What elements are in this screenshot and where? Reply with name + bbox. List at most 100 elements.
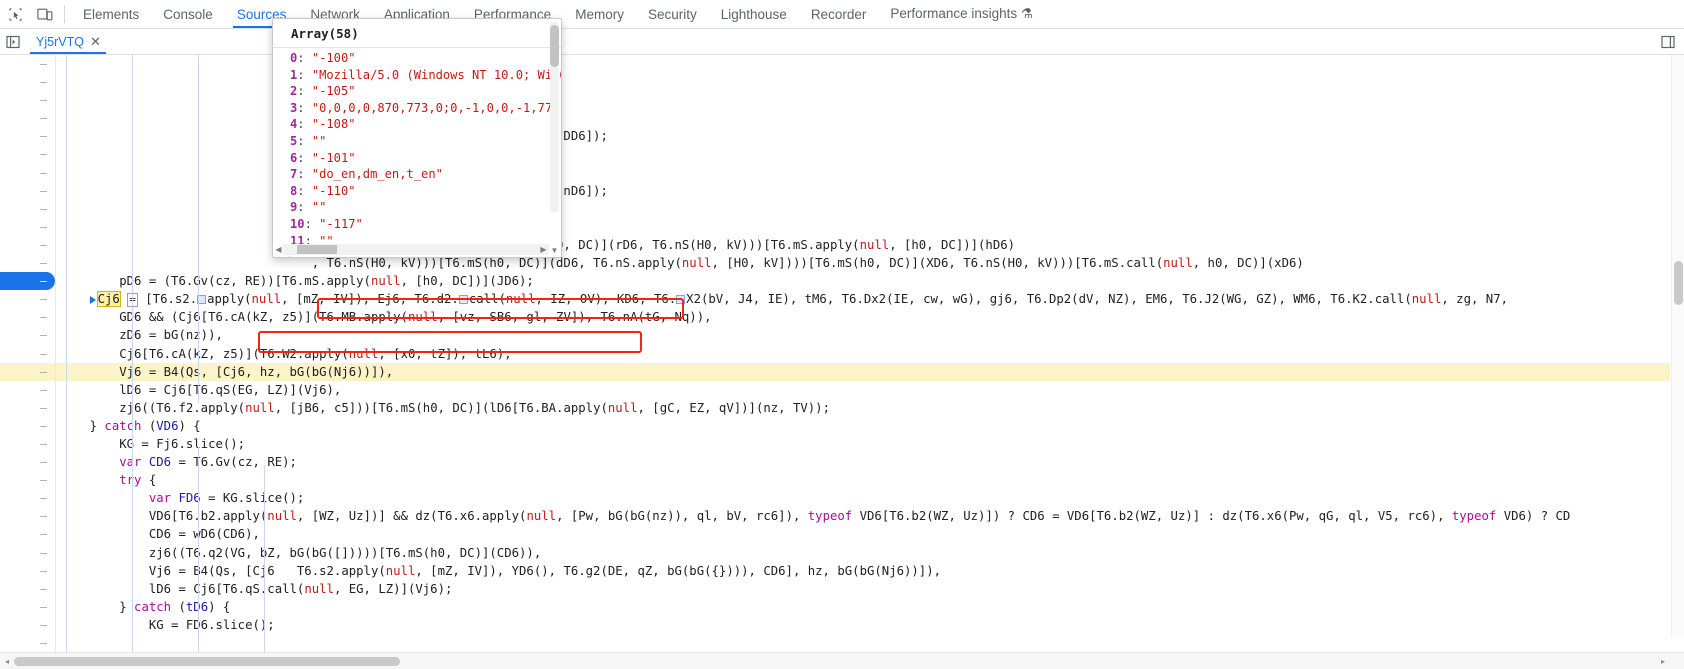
- editor-horizontal-scrollbar[interactable]: ◂ ▸: [0, 652, 1684, 669]
- code-line[interactable]: var FD6 = KG.slice();: [56, 489, 1670, 507]
- code-line[interactable]: lD6 = Cj6[T6.qS.call(null, EG, LZ)](Vj6)…: [56, 580, 1670, 598]
- gutter-line[interactable]: –: [0, 200, 55, 218]
- inline-expand-icon[interactable]: [197, 295, 207, 305]
- source-code-editor[interactable]: ––––––––––––––––––––––––––––––––– D6 = L…: [0, 55, 1684, 652]
- editor-horizontal-scroll-thumb[interactable]: [14, 657, 400, 666]
- code-line[interactable]: KG = FD6.slice();: [56, 616, 1670, 634]
- panel-tab-elements[interactable]: Elements: [71, 0, 151, 28]
- popover-entry-row[interactable]: 9: "": [273, 199, 561, 216]
- gutter-line[interactable]: –: [0, 634, 55, 652]
- code-line[interactable]: Cj6[T6.cA(kZ, z5)](T6.W2.apply(null, [x0…: [56, 345, 1670, 363]
- editor-vertical-scroll-thumb[interactable]: [1674, 261, 1683, 305]
- popover-entry-row[interactable]: 10: "-117": [273, 216, 561, 233]
- popover-vertical-scrollbar[interactable]: [550, 21, 559, 213]
- gutter-line[interactable]: –: [0, 399, 55, 417]
- gutter-line[interactable]: –: [0, 507, 55, 525]
- show-drawer-icon[interactable]: [1658, 32, 1678, 52]
- code-line-assignment[interactable]: Cj6 = [T6.s2. apply(null, [mZ, IV]), Ej6,…: [56, 290, 1670, 308]
- gutter-line[interactable]: –: [0, 580, 55, 598]
- code-token: null: [607, 400, 638, 415]
- gutter-line[interactable]: –: [0, 272, 55, 291]
- popover-entry-row[interactable]: 1: "Mozilla/5.0 (Windows NT 10.0; Win64;: [273, 67, 561, 84]
- gutter-line[interactable]: –: [0, 55, 55, 73]
- gutter-line[interactable]: –: [0, 218, 55, 236]
- gutter-line[interactable]: –: [0, 73, 55, 91]
- code-line[interactable]: } catch (tD6) {: [56, 598, 1670, 616]
- panel-tab-lighthouse[interactable]: Lighthouse: [709, 0, 799, 28]
- gutter-line[interactable]: –: [0, 562, 55, 580]
- code-line[interactable]: zj6((T6.q2(VG, bZ, bG(bG([]))))[T6.mS(h0…: [56, 544, 1670, 562]
- inline-expand-icon[interactable]: [458, 295, 468, 305]
- scroll-left-icon[interactable]: ◂: [0, 653, 14, 669]
- popover-entry-row[interactable]: 7: "do_en,dm_en,t_en": [273, 166, 561, 183]
- code-line[interactable]: zD6 = bG(nz)),: [56, 326, 1670, 344]
- panel-tab-recorder[interactable]: Recorder: [799, 0, 879, 28]
- code-line[interactable]: } catch (VD6) {: [56, 417, 1670, 435]
- panel-tab-console[interactable]: Console: [151, 0, 225, 28]
- close-icon[interactable]: ✕: [90, 35, 101, 48]
- inspect-element-icon[interactable]: [0, 0, 30, 28]
- panel-tab-performance-insights[interactable]: Performance insights ⚗: [878, 0, 1045, 28]
- popover-entry-row[interactable]: 0: "-100": [273, 50, 561, 67]
- editor-vertical-scrollbar[interactable]: [1671, 55, 1684, 637]
- popover-horizontal-scrollbar[interactable]: [283, 244, 549, 255]
- object-value-popover[interactable]: Array(58) 0: "-100" 1: "Mozilla/5.0 (Wind…: [272, 18, 562, 258]
- gutter-line[interactable]: –: [0, 91, 55, 109]
- code-line[interactable]: var CD6 = T6.Gv(cz, RE);: [56, 453, 1670, 471]
- code-line[interactable]: KG = Fj6.slice();: [56, 435, 1670, 453]
- gutter-line[interactable]: –: [0, 489, 55, 507]
- panel-tab-security[interactable]: Security: [636, 0, 709, 28]
- gutter-line[interactable]: –: [0, 164, 55, 182]
- popover-entry-row[interactable]: 8: "-110": [273, 183, 561, 200]
- popover-scroll-down-icon[interactable]: ▼: [549, 245, 560, 256]
- gutter-line[interactable]: –: [0, 109, 55, 127]
- gutter-line[interactable]: –: [0, 417, 55, 435]
- gutter-line[interactable]: –: [0, 381, 55, 399]
- gutter-line[interactable]: –: [0, 616, 55, 634]
- hovered-identifier[interactable]: Cj6: [96, 291, 121, 308]
- popover-entry-list[interactable]: 0: "-100" 1: "Mozilla/5.0 (Windows NT 10.…: [273, 48, 561, 244]
- popover-horizontal-scroll-thumb[interactable]: [297, 245, 337, 254]
- popover-entry-row[interactable]: 5: "": [273, 133, 561, 150]
- gutter-line[interactable]: –: [0, 182, 55, 200]
- code-line[interactable]: try {: [56, 471, 1670, 489]
- gutter-line[interactable]: –: [0, 145, 55, 163]
- code-line[interactable]: Vj6 = B4(Qs, [Cj6, hz, bG(bG(Nj6))]),: [56, 362, 1670, 381]
- gutter-line[interactable]: –: [0, 308, 55, 326]
- expand-triangle-icon[interactable]: [89, 296, 96, 305]
- code-line[interactable]: zj6((T6.f2.apply(null, [jB6, c5]))[T6.mS…: [56, 399, 1670, 417]
- code-line[interactable]: pD6 = (T6.Gv(cz, RE))[T6.mS.apply(null, …: [56, 272, 1670, 290]
- code-line[interactable]: Vj6 = B4(Qs, [Cj6 T6.s2.apply(null, [mZ,…: [56, 562, 1670, 580]
- gutter-line[interactable]: –: [0, 525, 55, 543]
- gutter-line[interactable]: –: [0, 236, 55, 254]
- device-toolbar-icon[interactable]: [30, 0, 60, 28]
- code-line[interactable]: lD6 = Cj6[T6.qS(EG, LZ)](Vj6),: [56, 381, 1670, 399]
- gutter-line[interactable]: –: [0, 544, 55, 562]
- gutter-line[interactable]: –: [0, 362, 55, 381]
- inline-expand-icon[interactable]: [676, 295, 686, 305]
- gutter-line[interactable]: –: [0, 435, 55, 453]
- gutter-line[interactable]: –: [0, 290, 55, 308]
- popover-entry-row[interactable]: 6: "-101": [273, 150, 561, 167]
- gutter-line[interactable]: –: [0, 254, 55, 272]
- popover-scroll-right-icon[interactable]: ▶: [538, 244, 549, 255]
- popover-entry-row[interactable]: 4: "-108": [273, 116, 561, 133]
- code-line[interactable]: GD6 && (Cj6[T6.cA(kZ, z5)](T6.MB.apply(n…: [56, 308, 1670, 326]
- gutter-line[interactable]: –: [0, 127, 55, 145]
- popover-entry-row[interactable]: 3: "0,0,0,0,870,773,0;0,-1,0,0,-1,773,0;: [273, 100, 561, 117]
- popover-entry-row[interactable]: 11: "": [273, 233, 561, 244]
- gutter-line[interactable]: –: [0, 471, 55, 489]
- code-line[interactable]: VD6[T6.b2.apply(null, [WZ, Uz])] && dz(T…: [56, 507, 1670, 525]
- show-navigator-icon[interactable]: [0, 29, 26, 54]
- popover-vertical-scroll-thumb[interactable]: [550, 25, 559, 67]
- gutter-line[interactable]: –: [0, 453, 55, 471]
- file-tab-yj5rvtq[interactable]: Yj5rVTQ ✕: [26, 29, 110, 54]
- code-line[interactable]: CD6 = wD6(CD6),: [56, 525, 1670, 543]
- gutter-line[interactable]: –: [0, 345, 55, 363]
- gutter-line[interactable]: –: [0, 326, 55, 344]
- gutter-line[interactable]: –: [0, 598, 55, 616]
- popover-entry-row[interactable]: 2: "-105": [273, 83, 561, 100]
- editor-line-number-gutter[interactable]: – – – – – – – – – – – – – – – – – – – – – – – – – – – – – – – – –: [0, 55, 56, 652]
- panel-tab-memory[interactable]: Memory: [563, 0, 636, 28]
- scroll-right-icon[interactable]: ▸: [1656, 653, 1670, 669]
